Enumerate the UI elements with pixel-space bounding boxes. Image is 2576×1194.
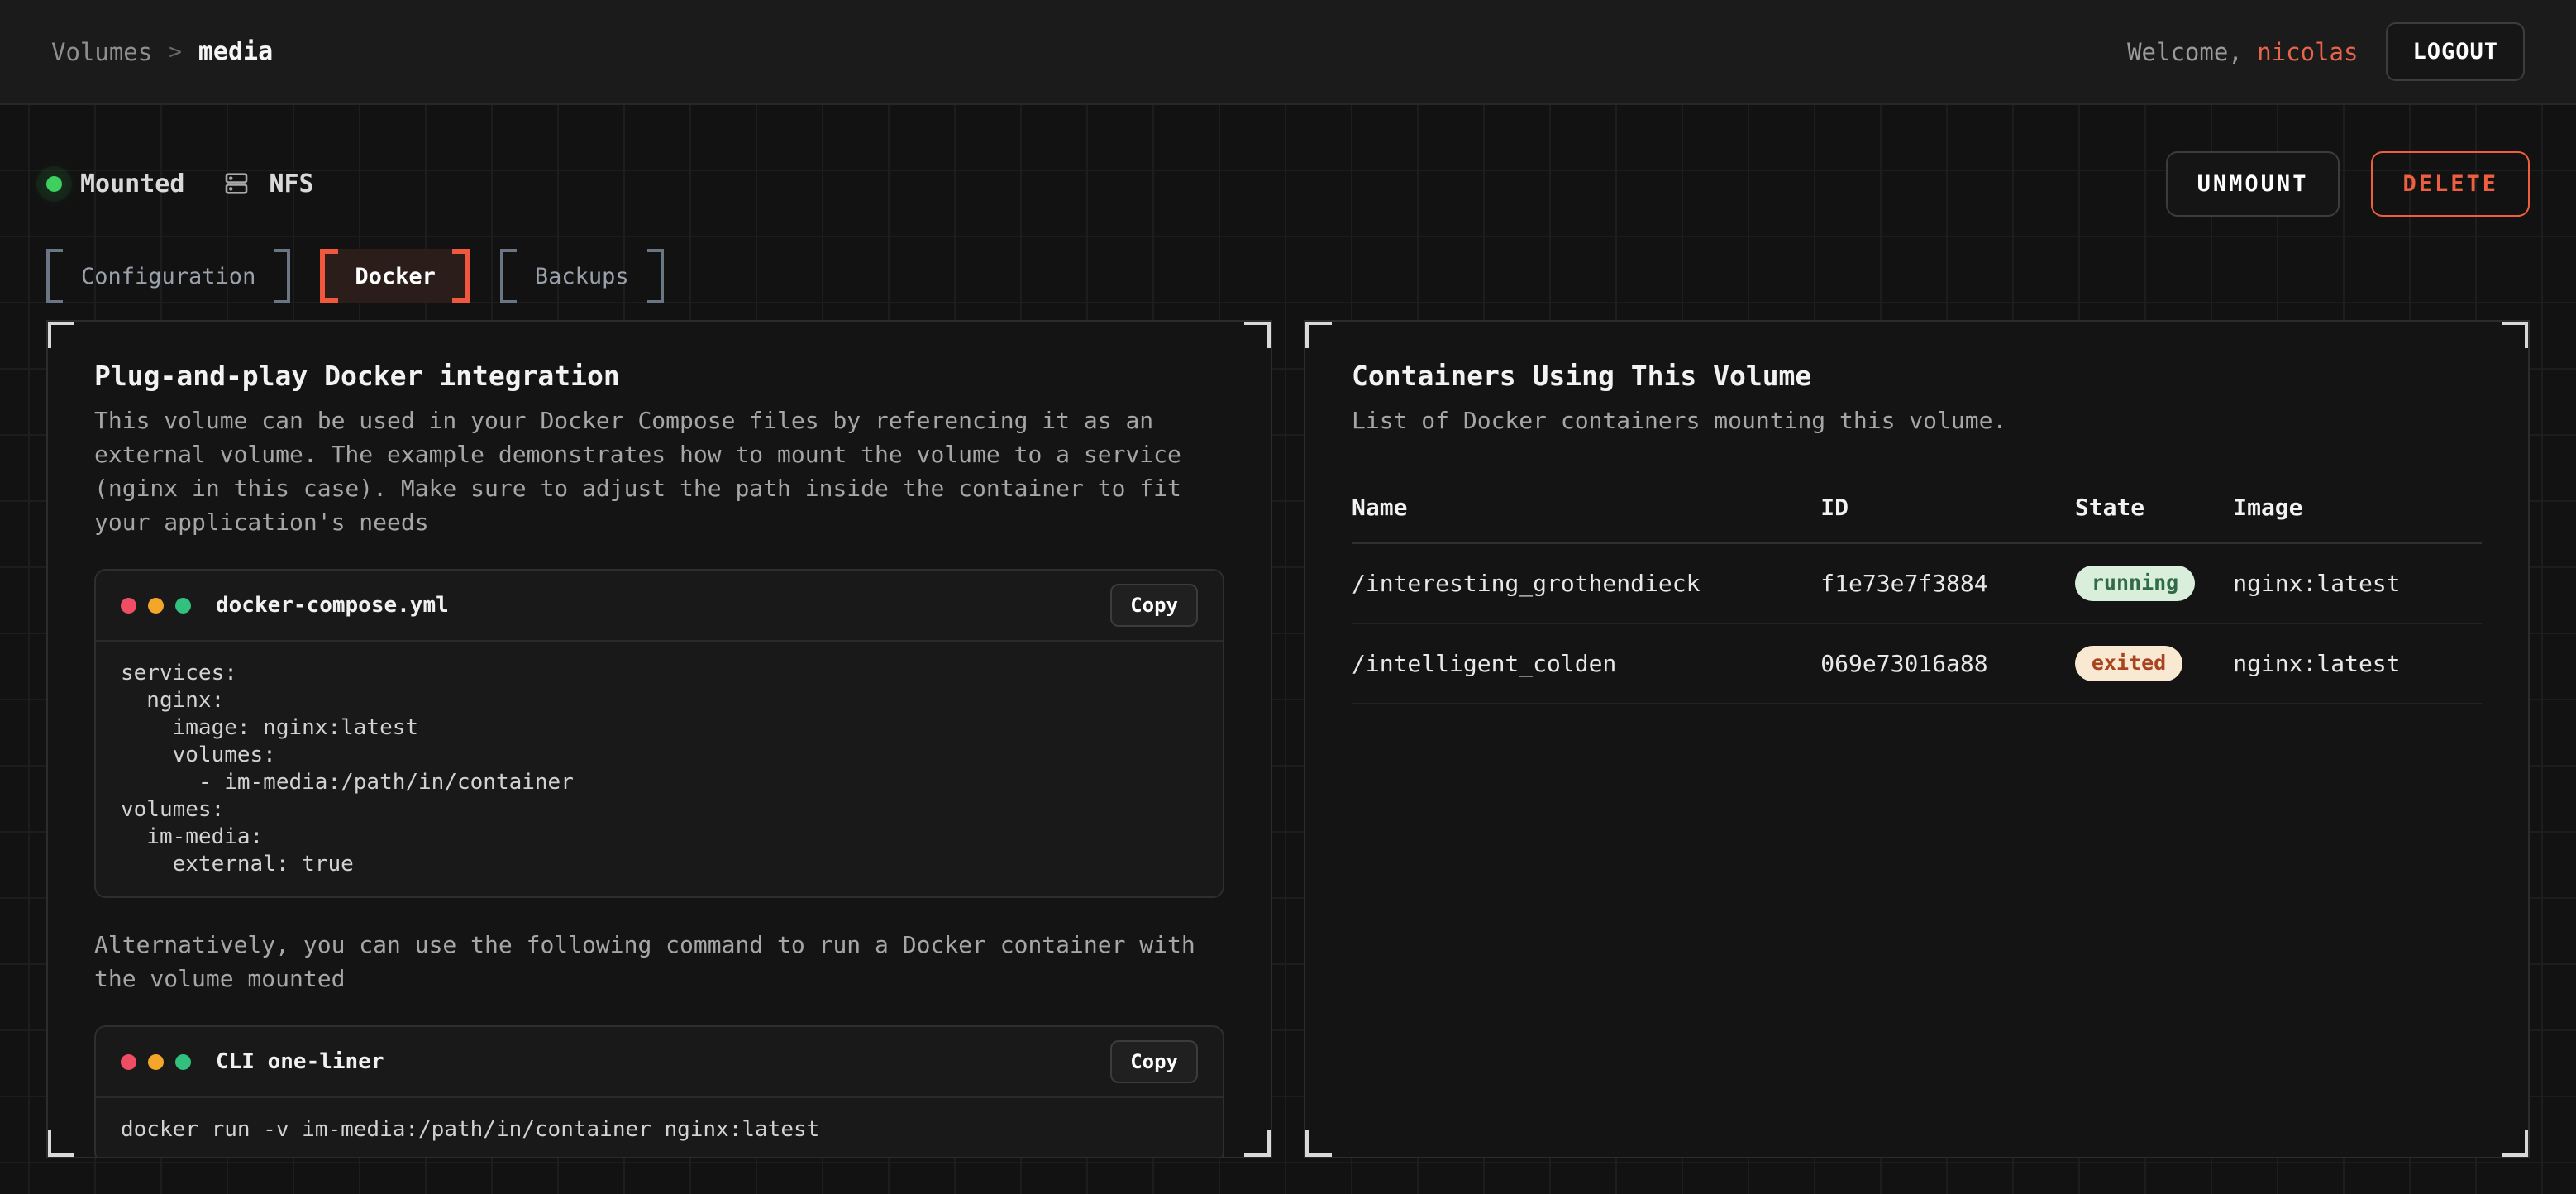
panel-corner-icon [46, 1130, 74, 1158]
column-header-state: State [2075, 479, 2233, 543]
panel-corner-icon [2502, 1130, 2530, 1158]
tab-configuration[interactable]: Configuration [46, 249, 290, 303]
mount-status: Mounted [46, 170, 184, 198]
container-id: f1e73e7f3884 [1820, 543, 2075, 623]
panel-corner-icon [46, 320, 74, 348]
green-dot-icon [175, 1054, 191, 1070]
container-image: nginx:latest [2233, 543, 2482, 623]
containers-panel-title: Containers Using This Volume [1352, 360, 2482, 392]
column-header-name: Name [1352, 479, 1820, 543]
cli-code-text: docker run -v im-media:/path/in/containe… [96, 1098, 1223, 1158]
compose-code-block: docker-compose.yml Copy services: nginx:… [94, 569, 1224, 898]
cli-filename: CLI one-liner [216, 1049, 384, 1074]
cli-intro-text: Alternatively, you can use the following… [94, 928, 1202, 996]
traffic-lights-icon [121, 598, 191, 614]
tab-backups[interactable]: Backups [500, 249, 664, 303]
table-row: /intelligent_colden 069e73016a88 exited … [1352, 623, 2482, 704]
docker-integration-panel: Plug-and-play Docker integration This vo… [46, 320, 1272, 1158]
breadcrumb-volumes-link[interactable]: Volumes [51, 38, 152, 66]
breadcrumb: Volumes > media [51, 37, 273, 66]
status-badge: exited [2075, 646, 2182, 681]
volume-type-label: NFS [269, 170, 313, 198]
containers-table: Name ID State Image /interesting_grothen… [1352, 479, 2482, 704]
container-id: 069e73016a88 [1820, 623, 2075, 704]
docker-panel-title: Plug-and-play Docker integration [94, 360, 1224, 392]
red-dot-icon [121, 1054, 136, 1070]
status-badge: running [2075, 566, 2195, 601]
column-header-image: Image [2233, 479, 2482, 543]
mounted-status-dot-icon [46, 176, 62, 192]
column-header-id: ID [1820, 479, 2075, 543]
compose-code-header: docker-compose.yml Copy [96, 571, 1223, 642]
top-bar: Volumes > media Welcome, nicolas LOGOUT [0, 0, 2576, 105]
container-image: nginx:latest [2233, 623, 2482, 704]
welcome-prefix: Welcome, [2127, 38, 2257, 66]
tab-docker[interactable]: Docker [320, 249, 470, 303]
delete-button[interactable]: DELETE [2371, 151, 2530, 217]
main-content: Mounted NFS UNMOUNT DELETE Configuration… [0, 105, 2576, 1194]
docker-panel-description: This volume can be used in your Docker C… [94, 404, 1202, 539]
container-name: /intelligent_colden [1352, 623, 1820, 704]
breadcrumb-separator: > [169, 40, 182, 64]
panel-corner-icon [1304, 1130, 1332, 1158]
traffic-lights-icon [121, 1054, 191, 1070]
container-name: /interesting_grothendieck [1352, 543, 1820, 623]
amber-dot-icon [148, 598, 164, 614]
cli-code-block: CLI one-liner Copy docker run -v im-medi… [94, 1025, 1224, 1158]
containers-panel-subtitle: List of Docker containers mounting this … [1352, 404, 2459, 437]
panel-corner-icon [2502, 320, 2530, 348]
panel-corner-icon [1304, 320, 1332, 348]
server-stack-icon [222, 170, 250, 198]
status-row: Mounted NFS UNMOUNT DELETE [46, 105, 2530, 214]
table-header-row: Name ID State Image [1352, 479, 2482, 543]
welcome-text: Welcome, nicolas [2127, 38, 2358, 66]
containers-panel: Containers Using This Volume List of Doc… [1304, 320, 2530, 1158]
mounted-status-label: Mounted [80, 170, 184, 198]
unmount-button[interactable]: UNMOUNT [2166, 151, 2340, 217]
amber-dot-icon [148, 1054, 164, 1070]
volume-type: NFS [222, 170, 313, 198]
table-row: /interesting_grothendieck f1e73e7f3884 r… [1352, 543, 2482, 623]
breadcrumb-current-volume: media [198, 37, 273, 66]
copy-cli-button[interactable]: Copy [1110, 1040, 1198, 1083]
red-dot-icon [121, 598, 136, 614]
username: nicolas [2257, 38, 2358, 66]
compose-filename: docker-compose.yml [216, 593, 449, 618]
compose-code-text: services: nginx: image: nginx:latest vol… [96, 642, 1223, 896]
green-dot-icon [175, 598, 191, 614]
copy-compose-button[interactable]: Copy [1110, 584, 1198, 627]
tab-bar: Configuration Docker Backups [46, 249, 2530, 303]
panel-corner-icon [1244, 320, 1272, 348]
logout-button[interactable]: LOGOUT [2386, 22, 2525, 81]
panel-corner-icon [1244, 1130, 1272, 1158]
cli-code-header: CLI one-liner Copy [96, 1027, 1223, 1098]
